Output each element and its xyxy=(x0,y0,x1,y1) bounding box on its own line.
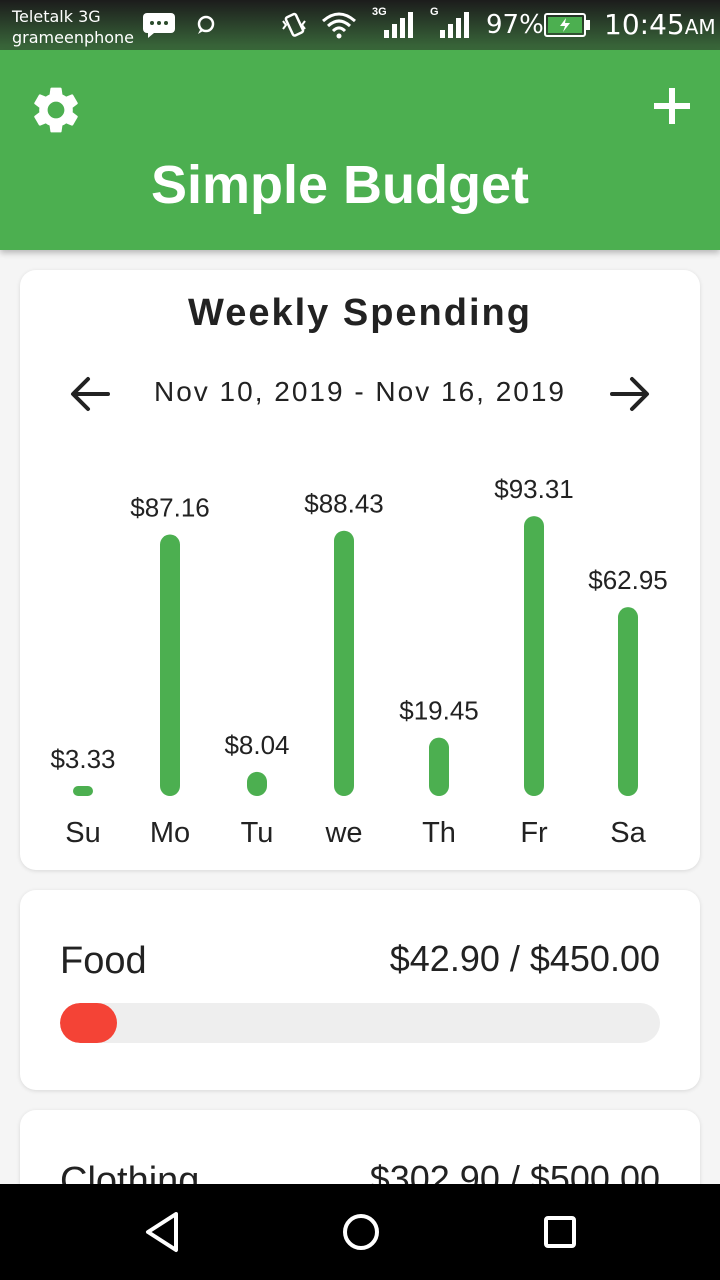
budget-category-name: Food xyxy=(60,940,147,982)
chart-value-label: $8.04 xyxy=(224,730,289,760)
nav-recents-button[interactable] xyxy=(534,1206,586,1258)
chart-value-label: $87.16 xyxy=(130,493,210,523)
weekly-spending-chart: $3.33 Su $87.16 Mo $8.04 Tu $88.43 we $19.45 Th $9… xyxy=(50,474,668,849)
chart-day-label: Fr xyxy=(520,817,548,849)
chart-bar-we xyxy=(334,530,354,796)
chart-day-label: we xyxy=(324,817,362,849)
recents-square-icon xyxy=(544,1216,576,1248)
chart-bar-th xyxy=(429,737,449,796)
chart-value-label: $88.43 xyxy=(304,489,384,519)
net-3g-label: 3G xyxy=(372,6,387,18)
net-g-label: G xyxy=(430,6,439,18)
signal-3g-icon: 3G xyxy=(372,6,414,40)
chart-value-label: $3.33 xyxy=(50,744,115,774)
nav-back-button[interactable] xyxy=(136,1206,188,1258)
app-title: Simple Budget xyxy=(150,155,530,215)
gear-icon xyxy=(34,87,78,133)
clock-time: 10:45 xyxy=(604,8,685,41)
battery-charging-icon xyxy=(544,10,590,40)
back-triangle-icon xyxy=(146,1212,178,1252)
home-circle-icon xyxy=(343,1214,379,1250)
budget-progress-fill xyxy=(60,1003,118,1043)
chart-day-label: Su xyxy=(65,817,100,849)
chart-value-label: $62.95 xyxy=(588,565,668,595)
clock-ampm: AM xyxy=(684,15,716,39)
vibrate-icon xyxy=(280,10,308,40)
app-bar: Simple Budget xyxy=(0,50,720,250)
chat-bubble-icon xyxy=(194,10,218,40)
settings-button[interactable] xyxy=(28,82,84,138)
chart-bar-tu xyxy=(247,771,267,796)
nav-home-button[interactable] xyxy=(335,1206,387,1258)
chart-bar-fr xyxy=(524,516,544,796)
chart-day-label: Sa xyxy=(610,817,646,849)
add-button[interactable] xyxy=(648,82,696,130)
budget-card-food[interactable]: Food $42.90 / $450.00 xyxy=(20,890,700,1090)
clock: 10:45AM xyxy=(604,8,716,41)
carrier-name-2: grameenphone xyxy=(12,28,135,47)
chart-day-label: Mo xyxy=(150,817,190,849)
message-icon xyxy=(142,10,176,40)
signal-g-icon: G xyxy=(428,6,470,40)
chart-bar-mo xyxy=(160,534,180,796)
chart-day-label: Tu xyxy=(241,817,274,849)
chart-bar-su xyxy=(73,786,93,796)
battery-percent: 97% xyxy=(486,10,544,40)
weekly-spending-card: Weekly Spending Nov 10, 2019 - Nov 16, 2… xyxy=(20,270,700,870)
budget-amount: $42.90 / $450.00 xyxy=(389,938,660,979)
carrier-info: Teletalk 3G grameenphone xyxy=(12,6,134,48)
chart-value-label: $19.45 xyxy=(399,696,479,726)
status-bar: Teletalk 3G grameenphone 3G G 97% 10:45A… xyxy=(0,0,720,50)
chart-value-label: $93.31 xyxy=(494,474,574,504)
budget-progress-track xyxy=(60,1003,660,1043)
wifi-icon xyxy=(320,10,358,40)
plus-icon xyxy=(654,88,690,124)
chart-bar-sa xyxy=(618,607,638,796)
navigation-bar xyxy=(0,1184,720,1280)
chart-day-label: Th xyxy=(422,817,456,849)
carrier-name-1: Teletalk 3G xyxy=(12,7,101,26)
